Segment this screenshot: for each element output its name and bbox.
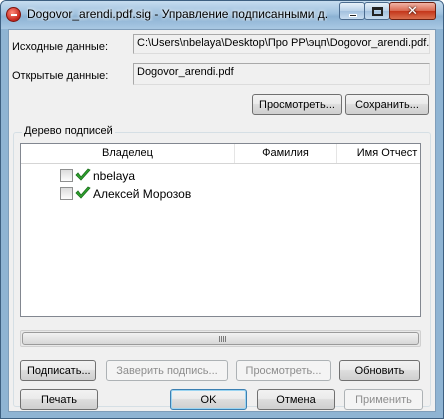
sign-button[interactable]: Подписать... bbox=[20, 360, 96, 381]
scroll-grip-icon bbox=[219, 336, 227, 342]
view-file-button[interactable]: Просмотреть... bbox=[252, 94, 342, 115]
window-title: Dogovor_arendi.pdf.sig - Управление подп… bbox=[27, 7, 327, 21]
column-owner[interactable]: Владелец bbox=[21, 144, 235, 163]
signature-tree-label: Дерево подписей bbox=[22, 125, 115, 137]
row-checkbox[interactable] bbox=[60, 187, 73, 200]
dialog-client-area: Исходные данные: C:\Users\nbelaya\Deskto… bbox=[8, 29, 436, 412]
tree-row[interactable]: Алексей Морозов bbox=[21, 185, 420, 203]
open-data-field[interactable]: Dogovor_arendi.pdf bbox=[133, 63, 430, 85]
source-data-field[interactable]: C:\Users\nbelaya\Desktop\Про РР\эцп\Dogo… bbox=[133, 34, 430, 54]
row-owner-name: Алексей Морозов bbox=[93, 187, 192, 201]
column-name[interactable]: Имя Отчест bbox=[337, 144, 420, 163]
minimize-button[interactable] bbox=[339, 2, 365, 20]
tree-row[interactable]: nbelaya bbox=[21, 167, 420, 185]
certify-signature-button[interactable]: Заверить подпись... bbox=[106, 360, 228, 381]
save-file-button[interactable]: Сохранить... bbox=[345, 94, 429, 115]
tree-header: Владелец Фамилия Имя Отчест bbox=[21, 144, 420, 164]
maximize-button[interactable] bbox=[364, 2, 390, 20]
open-data-label: Открытые данные: bbox=[12, 70, 109, 82]
cancel-button[interactable]: Отмена bbox=[257, 389, 335, 410]
signature-tree[interactable]: Владелец Фамилия Имя Отчест nbelaya Алек… bbox=[20, 143, 421, 317]
scrollbar-thumb[interactable] bbox=[22, 332, 419, 345]
dialog-window: Dogovor_arendi.pdf.sig - Управление подп… bbox=[0, 0, 444, 419]
close-icon: ✕ bbox=[407, 3, 418, 18]
print-button[interactable]: Печать bbox=[20, 389, 98, 410]
title-bar[interactable]: Dogovor_arendi.pdf.sig - Управление подп… bbox=[1, 1, 443, 29]
app-icon[interactable] bbox=[6, 7, 21, 22]
minimize-icon bbox=[349, 14, 357, 17]
ok-button[interactable]: OK bbox=[170, 389, 247, 410]
apply-button[interactable]: Применить bbox=[344, 389, 423, 410]
horizontal-scrollbar[interactable] bbox=[20, 330, 421, 347]
row-owner-name: nbelaya bbox=[93, 169, 136, 183]
green-check-icon bbox=[75, 186, 91, 199]
row-checkbox[interactable] bbox=[60, 169, 73, 182]
column-surname[interactable]: Фамилия bbox=[235, 144, 337, 163]
signature-tree-group: Дерево подписей Владелец Фамилия Имя Отч… bbox=[13, 125, 431, 407]
green-check-icon bbox=[75, 168, 91, 181]
refresh-button[interactable]: Обновить bbox=[339, 360, 420, 381]
view-signature-button[interactable]: Просмотреть... bbox=[236, 360, 331, 381]
maximize-icon bbox=[372, 7, 383, 16]
source-data-label: Исходные данные: bbox=[12, 41, 108, 53]
close-button[interactable]: ✕ bbox=[389, 2, 436, 20]
